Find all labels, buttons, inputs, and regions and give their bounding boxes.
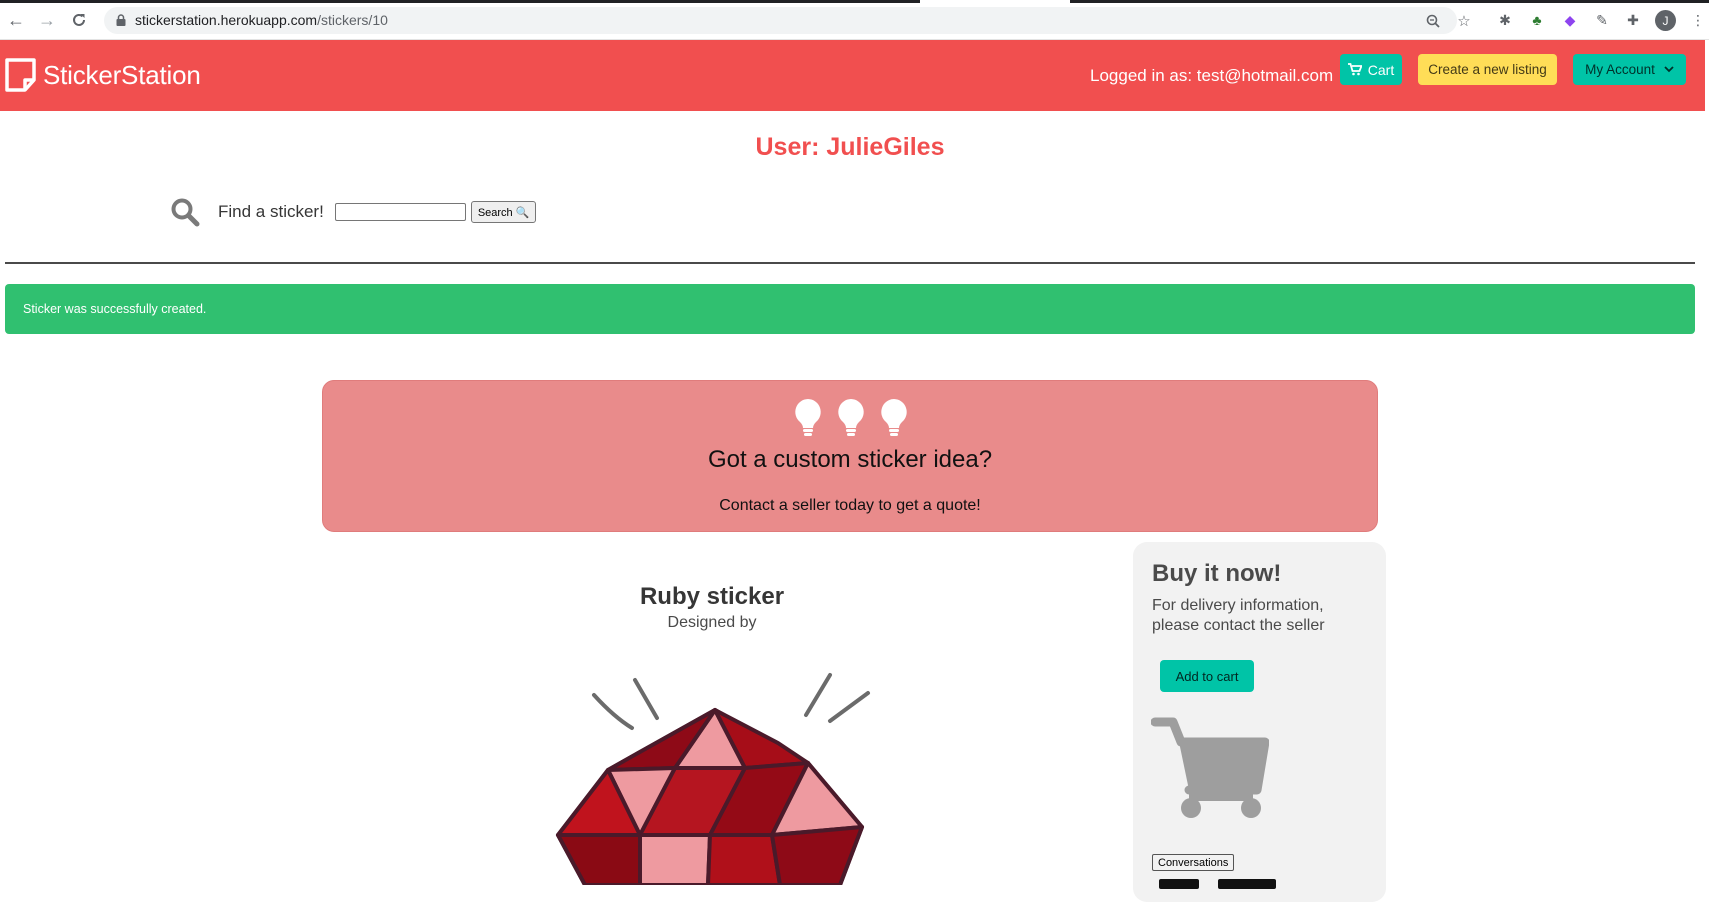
my-account-label: My Account — [1585, 62, 1655, 77]
search-icon — [171, 198, 200, 227]
custom-idea-banner: Got a custom sticker idea? Contact a sel… — [322, 380, 1378, 532]
puzzle-extensions-icon[interactable]: ✚ — [1623, 10, 1643, 30]
cart-label: Cart — [1367, 61, 1395, 78]
designed-by: Designed by — [667, 614, 757, 631]
lightbulbs — [793, 397, 909, 437]
add-to-cart-button[interactable]: Add to cart — [1160, 660, 1254, 692]
cart-button[interactable]: Cart — [1340, 54, 1402, 85]
address-bar[interactable]: stickerstation.herokuapp.com/stickers/10… — [104, 7, 1471, 34]
bug-extension-icon[interactable]: ✱ — [1495, 10, 1515, 30]
tab-strip — [0, 0, 1709, 4]
zoom-icon[interactable] — [1423, 11, 1443, 31]
divider — [5, 262, 1695, 264]
buy-card: Buy it now! For delivery information, pl… — [1133, 542, 1386, 902]
cart-icon — [1347, 63, 1362, 76]
shopping-cart-icon — [1151, 717, 1269, 818]
bookmark-star-icon[interactable]: ☆ — [1454, 11, 1474, 31]
idea-subtitle: Contact a seller today to get a quote! — [719, 497, 981, 514]
tree-extension-icon[interactable]: ♣ — [1527, 10, 1547, 30]
buy-subtitle: For delivery information, please contact… — [1152, 597, 1325, 634]
find-sticker-label: Find a sticker! — [218, 202, 324, 221]
sticker-title: Ruby sticker — [639, 583, 785, 610]
action-button[interactable] — [1159, 879, 1199, 889]
window-edge — [1705, 40, 1709, 885]
url-text: stickerstation.herokuapp.com/stickers/10 — [135, 12, 388, 28]
reload-icon[interactable] — [67, 8, 91, 32]
idea-title: Got a custom sticker idea? — [707, 446, 993, 473]
action-button[interactable] — [1218, 879, 1276, 889]
color-extension-icon[interactable]: ◆ — [1560, 10, 1580, 30]
create-listing-button[interactable]: Create a new listing — [1418, 54, 1557, 85]
search-form: Find a sticker! Search 🔍 — [170, 195, 537, 229]
brand-link[interactable]: StickerStation — [3, 57, 201, 93]
logged-in-text: Logged in as: test@hotmail.com — [1090, 66, 1334, 85]
conversations-button[interactable]: Conversations — [1152, 854, 1235, 871]
back-icon[interactable]: ← — [4, 8, 28, 32]
lightbulb-icon — [881, 399, 907, 436]
navbar: StickerStation Logged in as: test@hotmai… — [0, 40, 1705, 111]
my-account-button[interactable]: My Account — [1573, 54, 1686, 85]
success-notice: Sticker was successfully created. — [5, 284, 1695, 334]
brand-name: StickerStation — [43, 59, 201, 90]
user-title: User: JulieGiles — [755, 133, 945, 161]
ruby-sticker-image — [556, 673, 870, 885]
forward-icon[interactable]: → — [35, 8, 59, 32]
chevron-down-icon — [1664, 66, 1674, 73]
eyedropper-extension-icon[interactable]: ✎ — [1592, 10, 1612, 30]
buy-title: Buy it now! — [1152, 560, 1282, 587]
browser-toolbar: ← → stickerstation.herokuapp.com/sticker… — [0, 0, 1709, 40]
sticker-logo-icon — [5, 58, 36, 92]
profile-avatar[interactable]: J — [1655, 10, 1676, 31]
search-button[interactable]: Search 🔍 — [470, 201, 537, 223]
lightbulb-icon — [795, 399, 821, 436]
chrome-menu-icon[interactable]: ⋮ — [1688, 10, 1708, 30]
lightbulb-icon — [838, 399, 864, 436]
lock-icon — [116, 14, 126, 26]
search-input[interactable] — [334, 203, 466, 221]
